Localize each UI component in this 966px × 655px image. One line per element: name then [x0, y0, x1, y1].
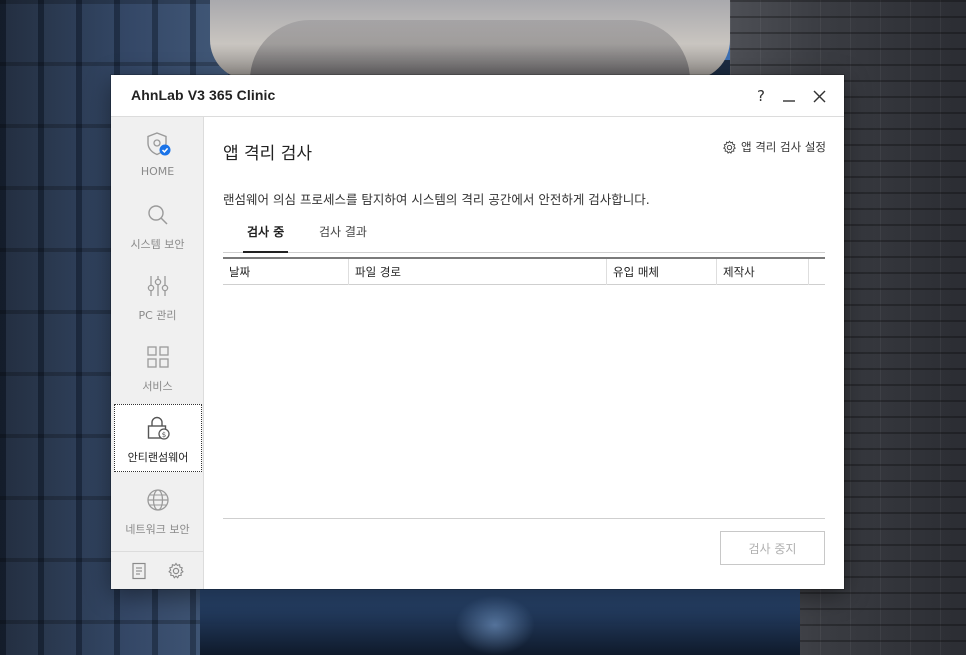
sidebar: HOME 시스템 보안 PC 관리 서비스 $ 안티랜섬웨어 네트워크 보안: [111, 117, 204, 589]
sidebar-item-label: 네트워크 보안: [125, 523, 190, 536]
tab-scanning[interactable]: 검사 중: [242, 223, 289, 253]
close-icon: [813, 90, 825, 102]
column-header-date[interactable]: 날짜: [223, 259, 349, 285]
sidebar-item-network-security[interactable]: 네트워크 보안: [111, 473, 204, 543]
tab-bar: 검사 중 검사 결과: [223, 217, 825, 253]
document-icon[interactable]: [130, 562, 148, 580]
help-button[interactable]: ?: [747, 83, 775, 109]
sliders-icon: [147, 276, 168, 296]
sidebar-item-label: HOME: [140, 165, 175, 178]
column-header-source-media[interactable]: 유입 매체: [607, 259, 717, 285]
column-header-spacer: [809, 259, 825, 285]
tab-scan-results[interactable]: 검사 결과: [317, 223, 369, 253]
page-title: 앱 격리 검사: [223, 144, 313, 164]
canal-reflection: [455, 595, 535, 655]
shield-check-icon: [146, 132, 170, 156]
divider: [223, 518, 825, 519]
main-content: 앱 격리 검사 앱 격리 검사 설정 랜섬웨어 의심 프로세스를 탐지하여 시스…: [205, 117, 844, 589]
titlebar: AhnLab V3 365 Clinic ?: [111, 75, 844, 117]
gear-icon[interactable]: [167, 562, 185, 580]
stop-scan-button[interactable]: 검사 중지: [720, 531, 825, 565]
lock-coin-icon: $: [147, 416, 170, 440]
help-label: ?: [757, 87, 765, 105]
minimize-button[interactable]: [775, 83, 803, 109]
svg-text:$: $: [162, 431, 166, 439]
sidebar-item-service[interactable]: 서비스: [111, 330, 204, 400]
sidebar-item-label: PC 관리: [138, 309, 177, 322]
column-header-publisher[interactable]: 제작사: [717, 259, 809, 285]
sidebar-item-pc-management[interactable]: PC 관리: [111, 259, 204, 329]
sidebar-item-label: 서비스: [142, 380, 173, 393]
bridge-arch-shadow: [250, 20, 690, 80]
sidebar-item-anti-ransomware[interactable]: $ 안티랜섬웨어: [114, 404, 202, 472]
sidebar-item-home[interactable]: HOME: [111, 117, 204, 187]
settings-link-label: 앱 격리 검사 설정: [740, 140, 826, 154]
app-title: AhnLab V3 365 Clinic: [131, 87, 276, 103]
gear-icon: [723, 139, 736, 154]
app-isolation-settings-link[interactable]: 앱 격리 검사 설정: [722, 139, 826, 155]
globe-icon: [146, 489, 169, 511]
sidebar-item-label: 시스템 보안: [130, 238, 185, 251]
minimize-icon: [783, 100, 795, 102]
table-body: [223, 285, 825, 517]
column-header-file-path[interactable]: 파일 경로: [349, 259, 607, 285]
close-button[interactable]: [805, 83, 833, 109]
app-window: AhnLab V3 365 Clinic ? HOME 시스템 보안 PC 관리…: [111, 75, 844, 589]
grid-icon: [146, 346, 169, 368]
table-header: 날짜 파일 경로 유입 매체 제작사: [223, 257, 825, 285]
sidebar-footer: [111, 551, 204, 589]
page-description: 랜섬웨어 의심 프로세스를 탐지하여 시스템의 격리 공간에서 안전하게 검사합…: [223, 192, 650, 207]
sidebar-item-label: 안티랜섬웨어: [127, 451, 189, 464]
search-icon: [147, 205, 168, 225]
sidebar-item-system-security[interactable]: 시스템 보안: [111, 188, 204, 258]
